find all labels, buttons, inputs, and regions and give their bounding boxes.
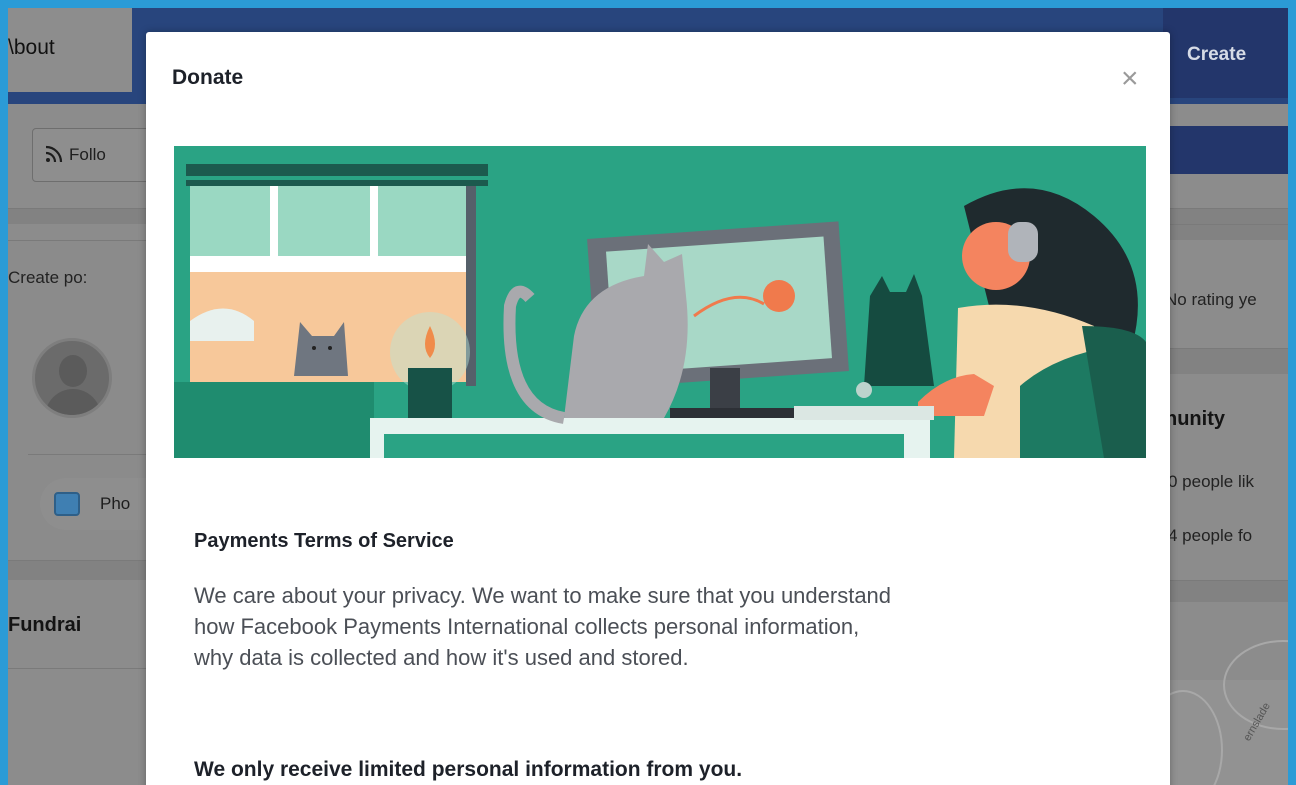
terms-title: Payments Terms of Service (194, 530, 454, 552)
rss-icon (45, 145, 63, 168)
fundraisers-title: Fundrai (8, 614, 82, 636)
right-divider (1163, 224, 1288, 240)
rating-text: No rating ye (1165, 290, 1257, 309)
right-divider-3 (1163, 580, 1288, 602)
tab-about[interactable]: \bout (8, 8, 132, 92)
fundraisers-divider (8, 668, 148, 669)
donate-illustration (174, 146, 1146, 458)
page-frame: \bout Create Follo Create po: Pho Fundra… (8, 8, 1288, 785)
follow-button-label: Follo (69, 145, 106, 164)
photo-button[interactable]: Pho (40, 478, 150, 530)
terms-body-line: why data is collected and how it's used … (194, 645, 689, 670)
terms-body: We care about your privacy. We want to m… (194, 580, 1134, 673)
post-divider (28, 454, 148, 455)
follows-count[interactable]: 4 people fo (1168, 526, 1252, 546)
limited-info-title: We only receive limited personal informa… (194, 758, 743, 781)
right-action-bar[interactable] (1163, 126, 1288, 174)
photo-button-label: Pho (100, 494, 131, 513)
create-post-label: Create po: (8, 268, 88, 287)
dialog-title: Donate (172, 66, 244, 89)
create-button[interactable]: Create (1163, 8, 1288, 98)
community-title: nunity (1165, 408, 1225, 430)
create-button-label: Create (1187, 44, 1247, 65)
dialog-header: Donate × (146, 32, 1170, 122)
section-divider-2 (8, 560, 148, 580)
right-divider-2 (1163, 348, 1288, 374)
avatar-placeholder-icon[interactable] (32, 338, 112, 418)
close-icon[interactable]: × (1121, 64, 1139, 94)
tab-about-label: \bout (8, 36, 55, 59)
follow-button[interactable]: Follo (32, 128, 152, 182)
photo-icon (54, 492, 80, 516)
terms-body-line: We care about your privacy. We want to m… (194, 583, 892, 608)
terms-body-line: how Facebook Payments International coll… (194, 614, 860, 639)
donate-dialog: Donate × Payments Terms of Service We ca… (146, 32, 1170, 785)
likes-count[interactable]: 0 people lik (1168, 472, 1254, 492)
map-thumbnail[interactable] (1143, 640, 1288, 785)
